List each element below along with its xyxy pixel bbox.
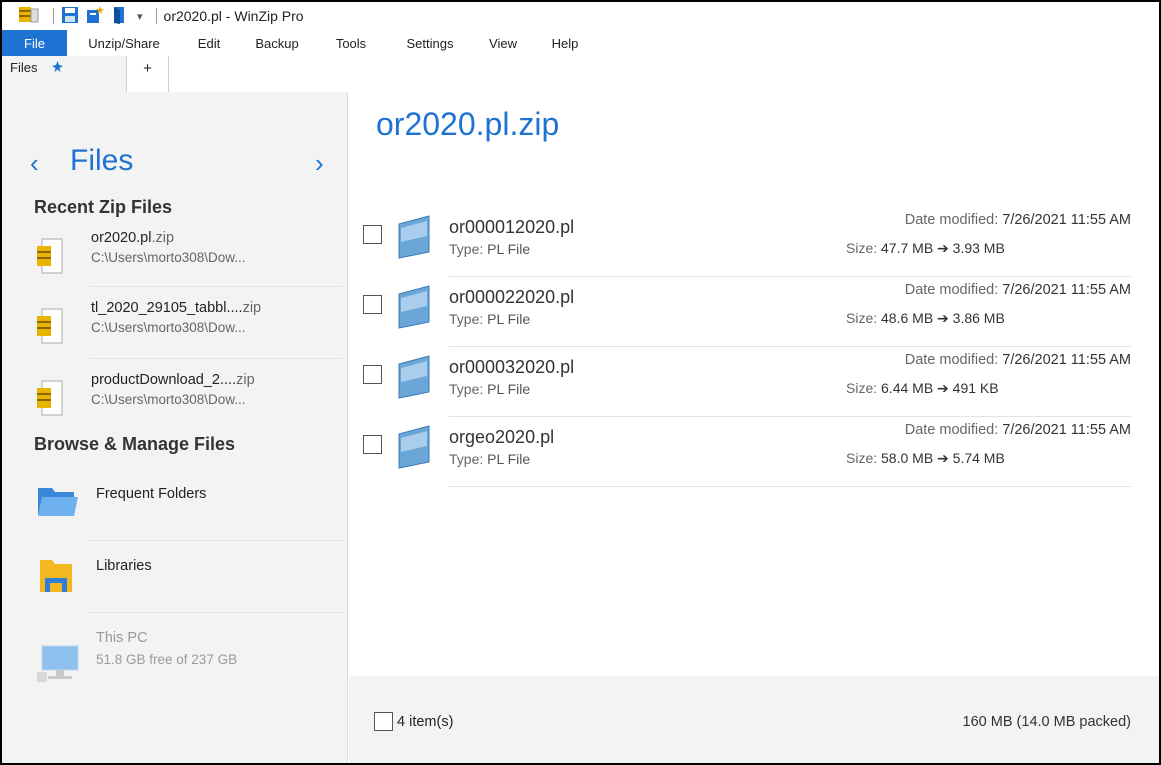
file-checkbox[interactable]	[363, 435, 382, 454]
zip-file-title: or2020.pl.zip	[376, 106, 560, 142]
file-size: Size: 48.6 MB ➔ 3.86 MB	[846, 310, 1005, 326]
file-name: orgeo2020.pl	[449, 427, 555, 447]
pl-file-icon	[389, 354, 435, 405]
tab-files[interactable]: Files	[2, 56, 127, 92]
frequent-folders-label: Frequent Folders	[96, 486, 207, 502]
status-footer: 4 item(s) 160 MB (14.0 MB packed)	[349, 676, 1159, 763]
zip-content-pane: or2020.pl.zip or000012020.pl Type: PL Fi…	[349, 56, 1159, 763]
file-size: Size: 47.7 MB ➔ 3.93 MB	[846, 240, 1005, 256]
frequent-folders-item[interactable]: Frequent Folders	[32, 476, 342, 536]
forward-chevron-icon[interactable]: ›	[315, 148, 324, 179]
menu-bar: File Unzip/Share Edit Backup Tools Setti…	[2, 30, 1159, 56]
winzip-window: ▾ or2020.pl - WinZip Pro File Unzip/Shar…	[2, 2, 1159, 763]
winzip-icon[interactable]	[18, 5, 40, 28]
file-type: Type: PL File	[449, 241, 531, 257]
file-type: Type: PL File	[449, 311, 531, 327]
file-row[interactable]: or000012020.pl Type: PL File Date modifi…	[349, 207, 1159, 277]
new-zip-icon[interactable]	[85, 5, 105, 28]
recent-file-path: C:\Users\morto308\Dow...	[91, 392, 246, 407]
libraries-item[interactable]: Libraries	[32, 548, 342, 608]
recent-divider	[90, 358, 342, 359]
files-nav-title: Files	[70, 144, 134, 177]
row-divider	[449, 486, 1131, 487]
zip-file-icon	[36, 238, 64, 279]
this-pc-label: This PC	[96, 630, 148, 646]
libraries-icon	[36, 556, 80, 601]
qat-separator	[53, 8, 54, 24]
file-size: Size: 58.0 MB ➔ 5.74 MB	[846, 450, 1005, 466]
menu-file[interactable]: File	[2, 30, 67, 56]
pl-file-icon	[389, 424, 435, 475]
menu-edit[interactable]: Edit	[179, 30, 239, 56]
computer-icon	[36, 642, 82, 689]
recent-zip-heading: Recent Zip Files	[34, 197, 173, 217]
zip-file-icon	[36, 308, 64, 349]
recent-divider	[90, 286, 342, 287]
file-row[interactable]: orgeo2020.pl Type: PL File Date modified…	[349, 417, 1159, 487]
browse-manage-heading: Browse & Manage Files	[34, 434, 236, 454]
file-checkbox[interactable]	[363, 295, 382, 314]
file-date-modified: Date modified: 7/26/2021 11:55 AM	[904, 282, 1131, 298]
panel-tabs: Files +	[2, 56, 348, 92]
file-date-modified: Date modified: 7/26/2021 11:55 AM	[904, 422, 1131, 438]
file-checkbox[interactable]	[363, 225, 382, 244]
file-name: or000032020.pl	[449, 357, 575, 377]
file-date-modified: Date modified: 7/26/2021 11:55 AM	[904, 352, 1131, 368]
menu-settings[interactable]: Settings	[390, 30, 470, 56]
recent-zip-item[interactable]: tl_2020_29105_tabbl....zip C:\Users\mort…	[32, 300, 342, 358]
browse-divider	[90, 540, 342, 541]
open-zip-icon[interactable]	[111, 5, 129, 28]
file-name: or000022020.pl	[449, 287, 575, 307]
pl-file-icon	[389, 284, 435, 335]
file-type: Type: PL File	[449, 451, 531, 467]
recent-zip-item[interactable]: or2020.pl.zip C:\Users\morto308\Dow...	[32, 230, 342, 288]
libraries-label: Libraries	[96, 558, 152, 574]
file-date-modified: Date modified: 7/26/2021 11:55 AM	[904, 212, 1131, 228]
arrow-right-icon: ➔	[937, 240, 949, 256]
add-tab-button[interactable]: +	[127, 56, 169, 92]
title-separator	[155, 8, 157, 24]
zip-file-icon	[36, 380, 64, 421]
this-pc-item[interactable]: This PC 51.8 GB free of 237 GB	[32, 630, 342, 690]
recent-file-name: tl_2020_29105_tabbl....zip	[91, 300, 262, 316]
file-name: or000012020.pl	[449, 217, 575, 237]
arrow-right-icon: ➔	[937, 380, 949, 396]
pin-icon[interactable]	[51, 60, 64, 76]
item-count: 4 item(s)	[397, 714, 454, 730]
customize-qat-icon[interactable]: ▾	[137, 10, 143, 23]
menu-tools[interactable]: Tools	[316, 30, 386, 56]
menu-backup[interactable]: Backup	[242, 30, 312, 56]
file-row[interactable]: or000022020.pl Type: PL File Date modifi…	[349, 277, 1159, 347]
browse-divider	[90, 612, 342, 613]
recent-file-path: C:\Users\morto308\Dow...	[91, 320, 246, 335]
arrow-right-icon: ➔	[937, 450, 949, 466]
file-size: Size: 6.44 MB ➔ 491 KB	[846, 380, 999, 396]
file-checkbox[interactable]	[363, 365, 382, 384]
tab-files-label: Files	[10, 60, 38, 75]
recent-zip-item[interactable]: productDownload_2....zip C:\Users\morto3…	[32, 372, 342, 430]
arrow-right-icon: ➔	[937, 310, 949, 326]
menu-help[interactable]: Help	[540, 30, 590, 56]
recent-file-path: C:\Users\morto308\Dow...	[91, 250, 246, 265]
tab-strip-fill	[169, 56, 348, 92]
recent-file-name: or2020.pl.zip	[91, 230, 175, 246]
select-all-checkbox[interactable]	[374, 712, 393, 731]
folder-icon	[36, 484, 80, 523]
menu-view[interactable]: View	[478, 30, 528, 56]
title-bar: ▾ or2020.pl - WinZip Pro	[2, 2, 1159, 30]
pl-file-icon	[389, 214, 435, 265]
window-title: or2020.pl - WinZip Pro	[163, 8, 304, 24]
total-size: 160 MB (14.0 MB packed)	[962, 714, 1131, 730]
left-panel: Files + ‹ Files › Recent Zip Files or202…	[2, 56, 348, 763]
file-type: Type: PL File	[449, 381, 531, 397]
this-pc-free-space: 51.8 GB free of 237 GB	[96, 652, 238, 667]
file-row[interactable]: or000032020.pl Type: PL File Date modifi…	[349, 347, 1159, 417]
back-chevron-icon[interactable]: ‹	[30, 148, 39, 179]
recent-file-name: productDownload_2....zip	[91, 372, 255, 388]
save-icon[interactable]	[61, 6, 79, 27]
files-nav: ‹ Files ›	[2, 144, 348, 188]
menu-unzip-share[interactable]: Unzip/Share	[74, 30, 174, 56]
